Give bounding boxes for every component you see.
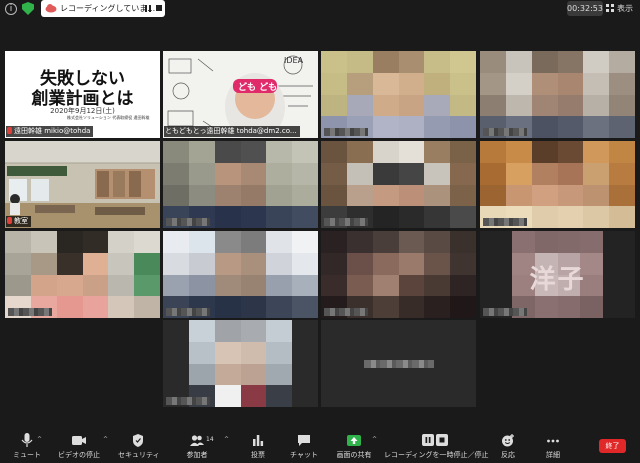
- participant-name: ともどもとっ遠田幹雄 tohda@dm2.co...: [165, 127, 297, 135]
- participants-button[interactable]: 参加者: [181, 430, 213, 463]
- chat-button[interactable]: チャット: [290, 430, 318, 463]
- video-tile-presenter[interactable]: IDEA ども ども ともどもとっ遠田幹雄 tohda@dm2.co...: [163, 51, 318, 138]
- recording-control-label: レコーディングを一時停止／停止: [384, 451, 489, 459]
- pause-recording-icon[interactable]: [145, 5, 151, 12]
- share-screen-label: 画面の共有: [336, 451, 372, 459]
- participant-name-tag: [166, 397, 210, 405]
- shield-icon: [118, 433, 158, 448]
- video-tile-video-off[interactable]: 洋子: [480, 231, 635, 318]
- presenter-video: IDEA ども ども: [163, 51, 318, 138]
- more-label: 詳細: [546, 451, 560, 459]
- share-screen-button[interactable]: 画面の共有: [334, 430, 374, 463]
- recording-status-text: レコーディングしていま…: [60, 4, 156, 13]
- participant-name-tag: [166, 218, 210, 226]
- pixelated-video: [321, 51, 476, 138]
- classroom-video: [5, 141, 160, 228]
- video-tile-video-off[interactable]: [321, 320, 476, 407]
- cloud-recording-icon: [45, 4, 57, 13]
- view-button[interactable]: 表示: [606, 2, 633, 16]
- view-button-label: 表示: [617, 4, 633, 13]
- participant-name-tag: [483, 128, 527, 136]
- chat-icon: [290, 433, 318, 448]
- pixelated-video: [163, 141, 318, 228]
- participants-label: 参加者: [186, 451, 208, 459]
- svg-text:IDEA: IDEA: [284, 56, 304, 65]
- chat-label: チャット: [290, 451, 318, 459]
- reactions-label: 反応: [501, 451, 515, 459]
- video-tile-slide-share[interactable]: 失敗しない 創業計画とは 2020年9月12日(土) 株式会社ソリューション 代…: [5, 51, 160, 138]
- info-icon[interactable]: i: [5, 3, 17, 15]
- more-icon: [541, 433, 565, 448]
- video-tile-participant[interactable]: [5, 231, 160, 318]
- pixelated-video: [321, 231, 476, 318]
- stop-recording-icon[interactable]: [156, 5, 162, 11]
- security-label: セキュリティ: [118, 451, 160, 459]
- participant-name-tag: [324, 128, 368, 136]
- video-tile-participant[interactable]: [321, 231, 476, 318]
- end-meeting-button[interactable]: 終了: [599, 439, 626, 453]
- video-tile-active-speaker[interactable]: [321, 51, 476, 138]
- poll-label: 投票: [251, 451, 265, 459]
- share-screen-icon: [334, 433, 374, 448]
- video-options-caret[interactable]: ^: [103, 436, 108, 443]
- pixelated-video: [480, 51, 635, 138]
- video-tile-participant[interactable]: [321, 141, 476, 228]
- participant-name-placeholder: 洋子: [529, 265, 586, 295]
- pixelated-video: [5, 231, 160, 318]
- participant-name-tag: ともどもとっ遠田幹雄 tohda@dm2.co...: [164, 126, 300, 137]
- security-button[interactable]: セキュリティ: [118, 430, 160, 463]
- recording-control-button[interactable]: レコーディングを一時停止／停止: [384, 430, 489, 463]
- share-options-caret[interactable]: ^: [372, 436, 377, 443]
- meeting-timer: 00:32:53: [567, 1, 603, 16]
- participant-count: 14: [206, 436, 214, 443]
- video-tile-participant[interactable]: [480, 141, 635, 228]
- video-camera-icon: [56, 433, 102, 448]
- participants-options-caret[interactable]: ^: [224, 436, 229, 443]
- svg-text:ども ども: ども ども: [238, 81, 277, 93]
- participant-name-tag: [324, 308, 368, 316]
- pixelated-video: [480, 141, 635, 228]
- recording-indicator[interactable]: レコーディングしていま…: [41, 0, 165, 17]
- participant-name-tag: [324, 218, 368, 226]
- slide-footer-text: 株式会社ソリューション 代表取締役 遠田幹雄: [67, 115, 150, 120]
- video-tile-participant[interactable]: [163, 141, 318, 228]
- participant-name-tag: 教室: [6, 216, 31, 227]
- video-tile-participant[interactable]: [163, 320, 318, 407]
- participant-name: 遠田幹雄 mikio@tohda: [14, 127, 91, 135]
- encryption-shield-icon[interactable]: [22, 2, 34, 15]
- stop-video-button[interactable]: ビデオの停止: [56, 430, 102, 463]
- muted-mic-icon: [7, 127, 12, 134]
- meeting-top-bar: i レコーディングしていま… 00:32:53 表示: [0, 0, 640, 18]
- mute-label: ミュート: [13, 451, 41, 459]
- pixelated-video: [163, 320, 318, 407]
- meeting-toolbar: ミュート ^ ビデオの停止 ^ セキュリティ 参加者 14 ^ 投票 チャット: [0, 430, 640, 463]
- participant-name: 教室: [14, 217, 28, 225]
- reaction-icon: [496, 433, 520, 448]
- participant-name-tag: 遠田幹雄 mikio@tohda: [6, 126, 94, 137]
- more-button[interactable]: 詳細: [541, 430, 565, 463]
- muted-mic-icon: [7, 217, 12, 224]
- audio-options-caret[interactable]: ^: [37, 436, 42, 443]
- participant-name-tag: [8, 308, 52, 316]
- pixelated-video: [321, 141, 476, 228]
- pixelated-participant-name: [364, 360, 434, 368]
- participant-name-tag: [483, 308, 527, 316]
- video-tile-participant[interactable]: [163, 231, 318, 318]
- video-tile-classroom[interactable]: 教室: [5, 141, 160, 228]
- recording-pause-icon: [384, 433, 486, 448]
- reactions-button[interactable]: 反応: [496, 430, 520, 463]
- participant-name-tag: [483, 218, 527, 226]
- mute-button[interactable]: ミュート: [9, 430, 45, 463]
- poll-button[interactable]: 投票: [244, 430, 272, 463]
- pixelated-video: [163, 231, 318, 318]
- participant-name-tag: [166, 308, 210, 316]
- video-tile-participant[interactable]: [480, 51, 635, 138]
- grid-view-icon: [606, 4, 614, 12]
- poll-icon: [244, 433, 272, 448]
- stop-video-label: ビデオの停止: [58, 451, 100, 459]
